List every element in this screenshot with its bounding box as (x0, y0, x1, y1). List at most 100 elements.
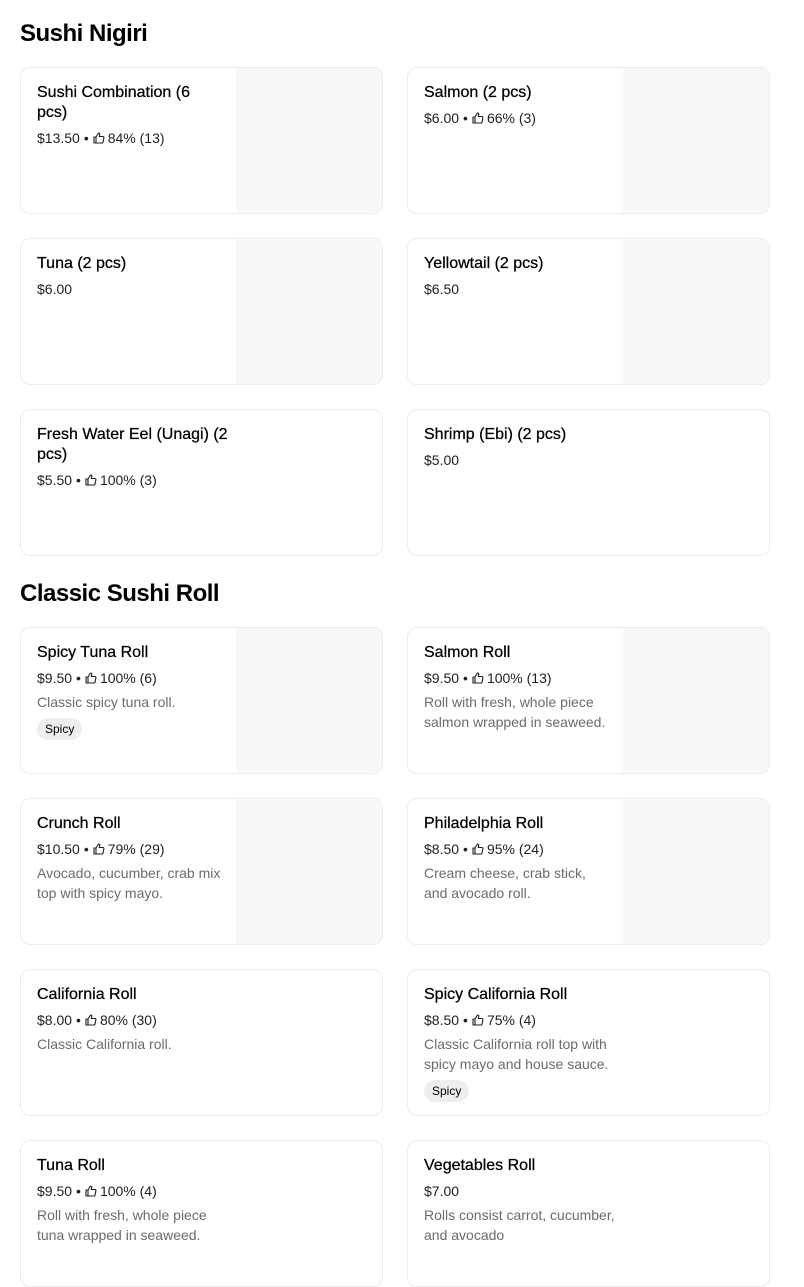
menu-item-meta: $9.50 • 100% (6) (37, 668, 221, 688)
menu-item-rating: 100% (6) (99, 670, 157, 686)
menu-item-rating: 100% (13) (486, 670, 552, 686)
menu-items-grid: Spicy Tuna Roll $9.50 • 100% (6) Classic spi… (20, 627, 770, 1287)
thumbs-up-icon (472, 112, 484, 124)
menu-item-card[interactable]: Crunch Roll $10.50 • 79% (29) Avocado, cucum… (20, 798, 383, 945)
menu-item-description: Roll with fresh, whole piece tuna wrappe… (37, 1207, 207, 1243)
menu-item-card[interactable]: Spicy California Roll $8.50 • 75% (4) Classi… (407, 969, 770, 1116)
menu-item-rating: 95% (24) (486, 841, 544, 857)
separator-dot: • (76, 670, 81, 686)
menu-item-rating: 66% (3) (486, 110, 536, 126)
menu-item-card[interactable]: Yellowtail (2 pcs) $6.50 (407, 238, 770, 385)
menu-item-card[interactable]: Salmon Roll $9.50 • 100% (13) Roll with fres… (407, 627, 770, 774)
menu-item-card[interactable]: California Roll $8.00 • 80% (30) Classic Cal… (20, 969, 383, 1116)
section-title: Classic Sushi Roll (20, 580, 220, 607)
menu-item-meta: $10.50 • 79% (29) (37, 839, 221, 859)
menu-item-image (623, 799, 769, 944)
menu-item-price: $10.50 (37, 841, 80, 857)
menu-item-rating: 75% (4) (486, 1012, 536, 1028)
menu-item-meta: $5.50 • 100% (3) (37, 470, 237, 490)
menu-item-info: Sushi Combination (6 pcs) $13.50 • 84% (13) (37, 83, 221, 148)
menu-item-name: Salmon (2 pcs) (424, 84, 532, 101)
menu-item-info: Spicy California Roll $8.50 • 75% (4) Classi… (424, 985, 624, 1102)
menu-item-meta: $13.50 • 84% (13) (37, 128, 221, 148)
menu-item-rating: 84% (13) (107, 130, 165, 146)
thumbs-up-icon (85, 474, 97, 486)
menu-item-image (236, 68, 382, 213)
menu-item-info: Philadelphia Roll $8.50 • 95% (24) Cream che… (424, 814, 608, 903)
menu-item-meta: $8.50 • 75% (4) (424, 1010, 624, 1030)
menu-item-name: Salmon Roll (424, 644, 511, 661)
menu-item-card[interactable]: Tuna Roll $9.50 • 100% (4) Roll with fresh, … (20, 1140, 383, 1287)
separator-dot: • (83, 130, 89, 146)
menu-item-card[interactable]: Philadelphia Roll $8.50 • 95% (24) Cream che… (407, 798, 770, 945)
separator-dot: • (463, 670, 468, 686)
menu-item-card[interactable]: Sushi Combination (6 pcs) $13.50 • 84% (13) (20, 67, 383, 214)
menu-item-price: $8.50 (424, 841, 460, 857)
menu-item-description: Roll with fresh, whole piece salmon wrap… (424, 694, 606, 730)
separator-dot: • (76, 1012, 81, 1028)
menu-item-card[interactable]: Vegetables Roll $7.00 Rolls consist carrot… (407, 1140, 770, 1287)
menu-item-card[interactable]: Spicy Tuna Roll $9.50 • 100% (6) Classic spi… (20, 627, 383, 774)
thumbs-up-icon (93, 843, 105, 855)
separator-dot: • (463, 841, 468, 857)
menu-item-info: Tuna Roll $9.50 • 100% (4) Roll with fresh, … (37, 1156, 237, 1245)
separator-dot: • (83, 841, 89, 857)
menu-item-name: Crunch Roll (37, 815, 121, 832)
menu-item-image (236, 628, 382, 773)
thumbs-up-icon (85, 1185, 97, 1197)
menu-item-card[interactable]: Salmon (2 pcs) $6.00 • 66% (3) (407, 67, 770, 214)
menu-item-name: Fresh Water Eel (Unagi) (2 pcs) (37, 426, 228, 463)
menu-item-price: $8.50 (424, 1012, 460, 1028)
menu-item-name: Spicy California Roll (424, 986, 568, 1003)
menu-item-name: California Roll (37, 986, 137, 1003)
menu-item-price: $7.00 (424, 1183, 460, 1199)
separator-dot: • (463, 110, 468, 126)
menu-item-description: Rolls consist carrot, cucumber, and avoc… (424, 1207, 615, 1243)
menu-item-meta: $6.50 (424, 279, 608, 299)
menu-item-price: $9.50 (424, 670, 460, 686)
thumbs-up-icon (472, 672, 484, 684)
menu-item-meta: $9.50 • 100% (4) (37, 1181, 237, 1201)
menu-item-description: Avocado, cucumber, crab mix top with spi… (37, 865, 221, 901)
menu-item-card[interactable]: Fresh Water Eel (Unagi) (2 pcs) $5.50 • 100… (20, 409, 383, 556)
menu-item-meta: $8.00 • 80% (30) (37, 1010, 237, 1030)
menu-item-description: Classic California roll top with spicy m… (424, 1036, 609, 1072)
menu-item-image (236, 239, 382, 384)
menu-item-card[interactable]: Shrimp (Ebi) (2 pcs) $5.00 (407, 409, 770, 556)
menu-item-price: $5.50 (37, 472, 73, 488)
thumbs-up-icon (93, 132, 105, 144)
menu-item-info: Spicy Tuna Roll $9.50 • 100% (6) Classic spi… (37, 643, 221, 740)
menu-item-card[interactable]: Tuna (2 pcs) $6.00 (20, 238, 383, 385)
menu-item-name: Spicy Tuna Roll (37, 644, 149, 661)
menu-item-description: Classic spicy tuna roll. (37, 694, 176, 710)
menu-item-info: Fresh Water Eel (Unagi) (2 pcs) $5.50 • 100… (37, 425, 237, 490)
menu-section: Sushi Nigiri Sushi Combination (6 pcs) $13… (20, 19, 770, 556)
menu-item-name: Vegetables Roll (424, 1157, 536, 1174)
thumbs-up-icon (472, 843, 484, 855)
menu-item-badge: Spicy (37, 718, 83, 740)
menu-item-info: Vegetables Roll $7.00 Rolls consist carrot… (424, 1156, 624, 1245)
menu-item-meta: $7.00 (424, 1181, 624, 1201)
menu-item-meta: $9.50 • 100% (13) (424, 668, 608, 688)
menu-item-meta: $8.50 • 95% (24) (424, 839, 608, 859)
menu-item-name: Sushi Combination (6 pcs) (37, 84, 190, 121)
separator-dot: • (76, 472, 81, 488)
thumbs-up-icon (472, 1014, 484, 1026)
menu-item-name: Shrimp (Ebi) (2 pcs) (424, 426, 567, 443)
menu-item-price: $6.00 (37, 281, 73, 297)
menu-item-info: Crunch Roll $10.50 • 79% (29) Avocado, cucum… (37, 814, 221, 903)
menu-item-image (623, 628, 769, 773)
menu-item-rating: 100% (3) (99, 472, 157, 488)
menu-item-name: Tuna Roll (37, 1157, 105, 1174)
menu-item-description: Cream cheese, crab stick, and avocado ro… (424, 865, 586, 901)
menu-item-info: Salmon Roll $9.50 • 100% (13) Roll with fres… (424, 643, 608, 732)
menu-item-info: Salmon (2 pcs) $6.00 • 66% (3) (424, 83, 608, 128)
menu-item-info: California Roll $8.00 • 80% (30) Classic Cal… (37, 985, 237, 1054)
separator-dot: • (463, 1012, 468, 1028)
menu-item-price: $13.50 (37, 130, 80, 146)
menu-item-meta: $5.00 (424, 450, 624, 470)
menu-item-price: $9.50 (37, 1183, 73, 1199)
separator-dot: • (76, 1183, 81, 1199)
menu-items-grid: Sushi Combination (6 pcs) $13.50 • 84% (13)… (20, 67, 770, 556)
menu-item-image (623, 68, 769, 213)
